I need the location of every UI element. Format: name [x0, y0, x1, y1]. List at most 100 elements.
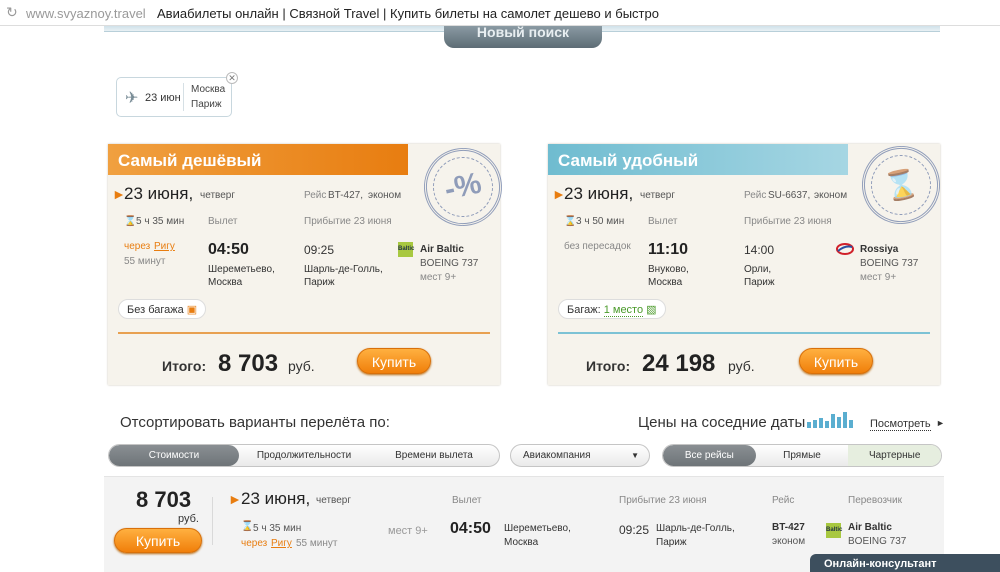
sort-selector: Стоимости Продолжительности Времени выле…	[108, 444, 500, 467]
departure-label: Вылет	[208, 216, 238, 227]
airline-select[interactable]: Авиакомпания ▼	[510, 444, 650, 467]
cheapest-card: Самый дешёвый -% ► 23 июня, четверг Рейс…	[108, 140, 510, 385]
currency: руб.	[288, 358, 315, 374]
departure-airport: Шереметьево,	[208, 264, 275, 275]
via-prefix: через	[241, 538, 268, 549]
price-bars-icon[interactable]	[807, 412, 857, 428]
arrival-time: 09:25	[619, 523, 650, 537]
baggage-badge: Без багажа ▣	[118, 299, 207, 319]
currency: руб.	[728, 358, 755, 374]
hourglass-icon: ⌛	[564, 216, 577, 227]
hourglass-stamp-icon: ⌛	[854, 138, 948, 232]
chip-divider	[183, 83, 184, 111]
airline-name: Air Baltic	[420, 244, 464, 255]
flight-number: BT-427	[772, 522, 805, 533]
flight-duration: 3 ч 50 мин	[576, 216, 625, 227]
total-label: Итого:	[162, 358, 207, 374]
result-buy-button[interactable]: Купить	[114, 528, 202, 553]
sort-by-departure[interactable]: Времени вылета	[369, 445, 499, 466]
aircraft-type: BOEING 737	[860, 258, 919, 269]
card-divider	[118, 332, 490, 334]
chip-date: 23 июн	[145, 92, 181, 104]
nearby-dates-label: Цены на соседние даты	[638, 414, 806, 431]
reload-icon[interactable]: ↻	[6, 4, 18, 21]
address-url[interactable]: www.svyaznoy.travel	[26, 6, 146, 21]
arrival-label: Прибытие 23 июня	[619, 495, 707, 506]
layover-time: 55 минут	[124, 256, 166, 267]
flight-number: SU-6637,	[768, 190, 811, 201]
result-price: 8 703	[136, 487, 192, 512]
sort-by-price[interactable]: Стоимости	[109, 445, 239, 466]
arrival-label: Прибытие 23 июня	[744, 216, 832, 227]
departure-city: Москва	[648, 277, 683, 288]
flight-class: эконом	[368, 190, 402, 201]
result-weekday: четверг	[316, 495, 351, 506]
arrow-icon: ►	[228, 491, 242, 507]
card-header: Самый удобный	[548, 144, 848, 175]
flight-label: Рейс	[772, 495, 795, 506]
hourglass-icon: ⌛	[241, 521, 254, 532]
airbaltic-logo-icon: Baltic	[826, 523, 842, 538]
departure-city: Москва	[208, 277, 243, 288]
departure-label: Вылет	[648, 216, 678, 227]
arrival-time: 09:25	[304, 243, 335, 257]
flight-number: BT-427,	[328, 190, 364, 201]
departure-time: 04:50	[208, 241, 249, 258]
departure-label: Вылет	[452, 495, 482, 506]
stops-info: без пересадок	[564, 241, 631, 252]
departure-airport: Шереметьево,	[504, 523, 571, 534]
total-price: 24 198	[642, 350, 716, 377]
arrival-time: 14:00	[744, 243, 775, 257]
result-date: 23 июня,	[241, 489, 311, 508]
flight-number-label: Рейс	[304, 190, 327, 201]
arrival-airport: Орли,	[744, 264, 772, 275]
chevron-down-icon: ▼	[631, 451, 639, 460]
arrow-right-icon: ►	[936, 418, 945, 428]
aircraft-type: BOEING 737	[420, 258, 479, 269]
search-chip[interactable]: ✈ 23 июн Москва Париж ✕	[116, 72, 238, 117]
flight-class: эконом	[814, 190, 848, 201]
online-consultant-button[interactable]: Онлайн-консультант	[810, 554, 1000, 572]
arrival-airport: Шарль-де-Голль,	[656, 523, 735, 534]
seats-left: мест 9+	[860, 272, 897, 283]
result-duration: 5 ч 35 мин	[253, 523, 302, 534]
total-label: Итого:	[586, 358, 631, 374]
departure-city: Москва	[504, 537, 539, 548]
view-nearby-link[interactable]: Посмотреть	[870, 418, 931, 431]
sort-label: Отсортировать варианты перелёта по:	[120, 414, 390, 431]
buy-button[interactable]: Купить	[357, 348, 431, 374]
flight-weekday: четверг	[200, 190, 235, 201]
layover-time: 55 минут	[296, 538, 338, 549]
close-icon[interactable]: ✕	[226, 72, 238, 84]
flight-weekday: четверг	[640, 190, 675, 201]
flight-number-label: Рейс	[744, 190, 767, 201]
arrival-city: Париж	[656, 537, 687, 548]
new-search-button[interactable]: Новый поиск	[444, 25, 602, 48]
chip-to: Париж	[191, 99, 222, 110]
via-prefix: через	[124, 241, 151, 252]
convenient-card: Самый удобный ⌛ ► 23 июня, четверг Рейс …	[548, 138, 948, 385]
via-city[interactable]: Ригу	[154, 241, 175, 252]
suitcase-icon: ▧	[646, 304, 657, 316]
page-title: Авиабилеты онлайн | Связной Travel | Куп…	[157, 6, 659, 21]
no-baggage-icon: ▣	[186, 304, 198, 316]
filter-charter[interactable]: Чартерные	[848, 445, 941, 466]
airline-name: Rossiya	[860, 244, 899, 255]
result-currency: руб.	[178, 513, 199, 525]
flight-date: 23 июня,	[124, 184, 194, 203]
flight-date: 23 июня,	[564, 184, 634, 203]
card-header: Самый дешёвый	[108, 144, 408, 175]
browser-address-bar: ↻ www.svyaznoy.travel Авиабилеты онлайн …	[0, 0, 1000, 26]
filter-all[interactable]: Все рейсы	[663, 445, 756, 466]
baggage-link: 1 место	[603, 304, 644, 317]
flight-filter: Все рейсы Прямые Чартерные	[662, 444, 942, 467]
filter-direct[interactable]: Прямые	[756, 445, 849, 466]
buy-button[interactable]: Купить	[799, 348, 873, 374]
via-city[interactable]: Ригу	[271, 538, 292, 549]
baggage-badge: Багаж: 1 место ▧	[558, 299, 666, 319]
result-divider	[212, 497, 213, 545]
aircraft-type: BOEING 737	[848, 536, 907, 547]
sort-by-duration[interactable]: Продолжительности	[239, 445, 369, 466]
seats-left: мест 9+	[420, 272, 457, 283]
airline-name: Air Baltic	[848, 522, 892, 533]
